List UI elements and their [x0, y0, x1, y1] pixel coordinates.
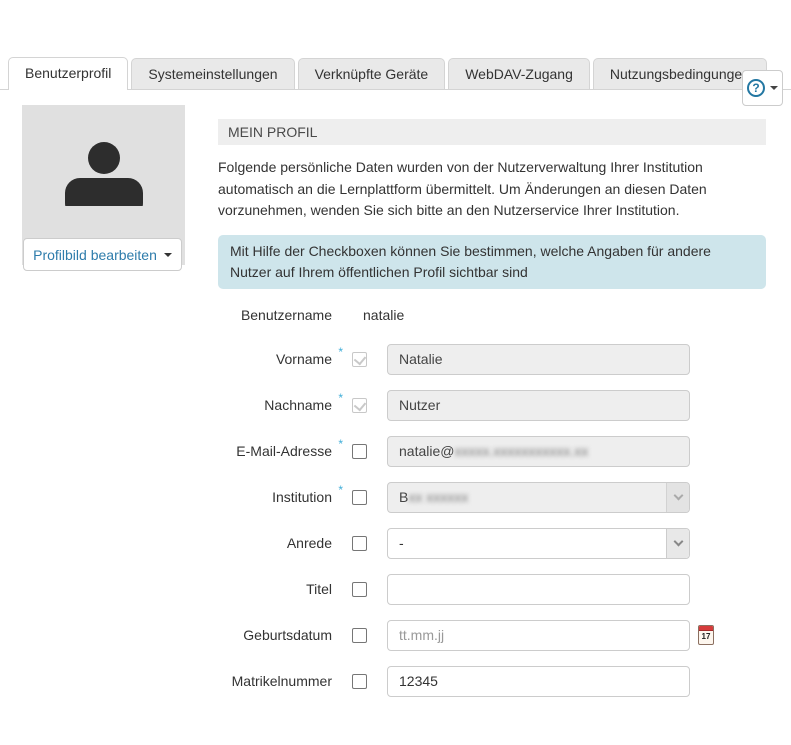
anrede-select[interactable]: -: [387, 527, 690, 559]
geburtsdatum-placeholder: tt.mm.jj: [399, 626, 445, 643]
email-visibility-checkbox[interactable]: [352, 443, 367, 459]
help-button[interactable]: ?: [742, 70, 783, 106]
form-row-nachname: Nachname * Nutzer: [218, 389, 766, 421]
nachname-label: Nachname *: [218, 391, 343, 413]
checkbox-column: [332, 581, 387, 597]
select-chevron-box: [666, 528, 689, 558]
checkbox-column: [332, 627, 387, 643]
tab-nutzungsbedingungen[interactable]: Nutzungsbedingungen: [592, 58, 767, 89]
tab-systemeinstellungen[interactable]: Systemeinstellungen: [131, 58, 295, 89]
chevron-down-icon: [673, 490, 683, 501]
geburtsdatum-visibility-checkbox[interactable]: [352, 627, 367, 643]
profile-form: Benutzername natalie Vorname * Natalie Na…: [218, 307, 766, 697]
vorname-input: Natalie: [387, 343, 690, 375]
avatar-column: Profilbild bearbeiten: [22, 105, 185, 712]
form-row-titel: Titel: [218, 573, 766, 605]
edit-profile-picture-label: Profilbild bearbeiten: [33, 246, 157, 263]
benutzername-label: Benutzername: [240, 306, 332, 323]
required-asterisk: *: [338, 345, 343, 359]
anrede-selected-value: -: [399, 534, 404, 551]
form-row-email: E-Mail-Adresse * natalie@xxxxx.xxxxxxxxxx…: [218, 435, 766, 467]
titel-label: Titel: [306, 581, 332, 597]
person-icon: [64, 142, 143, 206]
help-icon: ?: [747, 79, 765, 97]
checkbox-column: [332, 535, 387, 551]
titel-visibility-checkbox[interactable]: [352, 581, 367, 597]
form-row-institution: Institution * Bxx xxxxxx: [218, 481, 766, 513]
chevron-down-icon: [673, 536, 683, 547]
geburtsdatum-input[interactable]: tt.mm.jj: [387, 619, 690, 651]
section-title: MEIN PROFIL: [218, 119, 766, 145]
chevron-down-icon: [163, 252, 172, 257]
institution-label-text: Institution: [272, 489, 332, 505]
institution-redacted-part: xx xxxxxx: [408, 488, 469, 505]
required-asterisk: *: [338, 437, 343, 451]
email-redacted-part: xxxxx.xxxxxxxxxxx.xx: [454, 442, 589, 459]
calendar-icon-day: 17: [701, 632, 711, 641]
form-row-matrikelnummer: Matrikelnummer 12345: [218, 665, 766, 697]
email-input: natalie@xxxxx.xxxxxxxxxxx.xx: [387, 435, 690, 467]
required-asterisk: *: [338, 483, 343, 497]
tab-webdav-zugang[interactable]: WebDAV-Zugang: [448, 58, 590, 89]
email-visible-part: natalie@: [399, 442, 455, 459]
anrede-label: Anrede: [286, 535, 332, 551]
nachname-input: Nutzer: [387, 389, 690, 421]
tab-verknuepfte-geraete[interactable]: Verknüpfte Geräte: [297, 58, 446, 89]
checkbox-info-box: Mit Hilfe der Checkboxen können Sie best…: [218, 234, 766, 289]
profile-content: Profilbild bearbeiten MEIN PROFIL Folgen…: [0, 90, 791, 712]
form-row-benutzername: Benutzername natalie: [218, 307, 766, 323]
nachname-label-text: Nachname: [264, 397, 332, 413]
form-row-vorname: Vorname * Natalie: [218, 343, 766, 375]
tab-benutzerprofil[interactable]: Benutzerprofil: [8, 57, 129, 90]
matrikelnummer-visibility-checkbox[interactable]: [352, 673, 367, 689]
select-chevron-box: [666, 482, 689, 512]
main-column: MEIN PROFIL Folgende persönliche Daten w…: [218, 105, 766, 712]
institution-visibility-checkbox[interactable]: [352, 489, 367, 505]
nachname-visibility-checkbox: [352, 397, 367, 413]
titel-input[interactable]: [387, 573, 690, 605]
geburtsdatum-label: Geburtsdatum: [243, 627, 332, 643]
institution-visible-part: B: [399, 488, 409, 505]
tab-bar: Benutzerprofil Systemeinstellungen Verkn…: [0, 57, 791, 90]
matrikelnummer-label: Matrikelnummer: [231, 673, 332, 689]
vorname-visibility-checkbox: [352, 351, 367, 367]
anrede-visibility-checkbox[interactable]: [352, 535, 367, 551]
email-label: E-Mail-Adresse *: [218, 437, 343, 459]
form-row-geburtsdatum: Geburtsdatum tt.mm.jj 17: [218, 619, 766, 651]
institution-label: Institution *: [218, 483, 343, 505]
profile-image-placeholder: Profilbild bearbeiten: [22, 105, 185, 271]
edit-profile-picture-button[interactable]: Profilbild bearbeiten: [23, 238, 182, 271]
benutzername-value: natalie: [363, 306, 405, 323]
checkbox-column: [332, 673, 387, 689]
chevron-down-icon: [770, 86, 778, 90]
intro-text: Folgende persönliche Daten wurden von de…: [218, 159, 707, 218]
required-asterisk: *: [338, 391, 343, 405]
form-row-anrede: Anrede -: [218, 527, 766, 559]
email-label-text: E-Mail-Adresse: [236, 443, 332, 459]
vorname-label: Vorname *: [218, 345, 343, 367]
calendar-icon[interactable]: 17: [698, 625, 714, 645]
matrikelnummer-input[interactable]: 12345: [387, 665, 690, 697]
institution-select: Bxx xxxxxx: [387, 481, 690, 513]
vorname-label-text: Vorname: [275, 351, 332, 367]
